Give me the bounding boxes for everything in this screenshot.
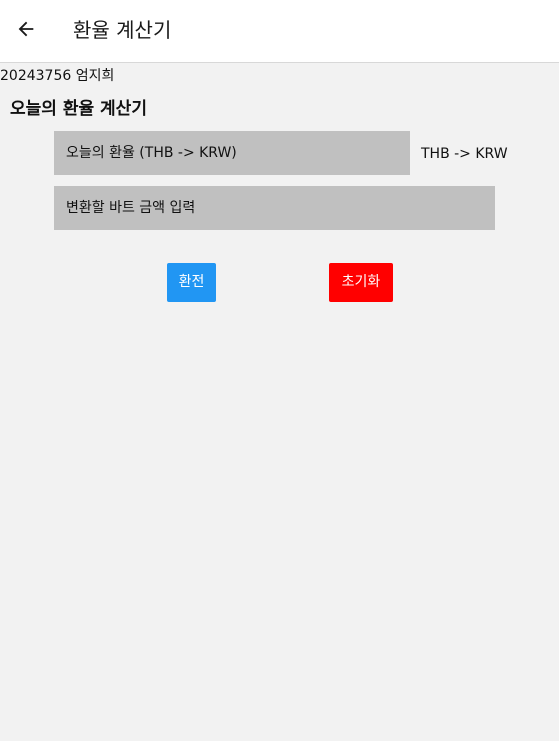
- app-bar: 환율 계산기: [0, 0, 559, 63]
- exchange-rate-input[interactable]: [54, 131, 410, 175]
- back-button[interactable]: [10, 13, 42, 45]
- arrow-left-icon: [18, 21, 34, 37]
- page-heading: 오늘의 환율 계산기: [10, 99, 147, 119]
- student-info: 20243756 엄지희: [0, 68, 115, 84]
- convert-button[interactable]: 환전: [167, 263, 216, 302]
- baht-amount-input[interactable]: [54, 186, 495, 230]
- app-title: 환율 계산기: [73, 18, 172, 42]
- reset-button[interactable]: 초기화: [329, 263, 393, 302]
- currency-pair-label: THB -> KRW: [421, 146, 508, 162]
